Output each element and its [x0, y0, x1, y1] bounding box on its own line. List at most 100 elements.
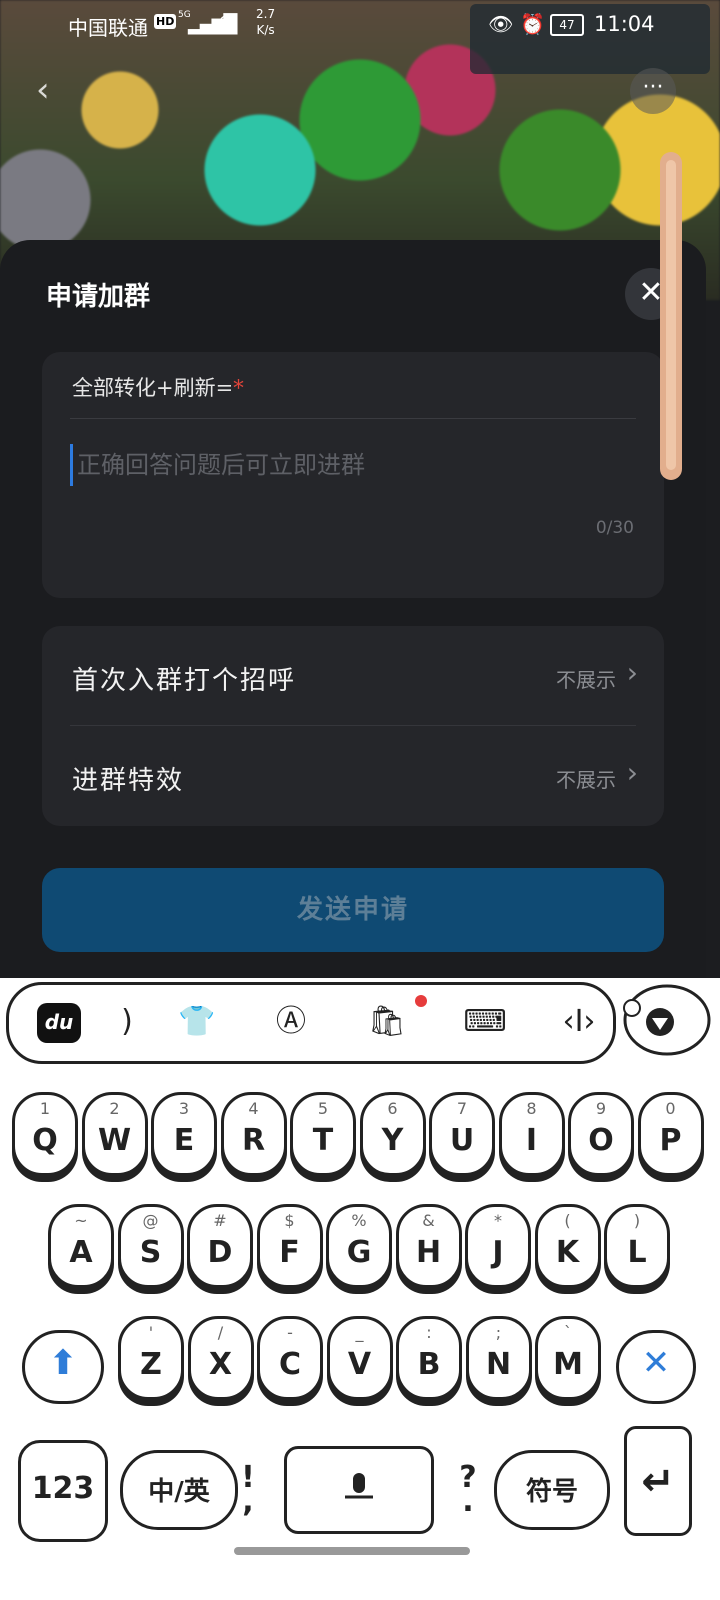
key-hint: 2 [109, 1099, 120, 1118]
space-key[interactable] [284, 1446, 434, 1534]
option-row-greeting[interactable]: 首次入群打个招呼 不展示 › [42, 626, 664, 726]
network-speed: 2.7 K/s [256, 7, 276, 37]
options-card: 首次入群打个招呼 不展示 › 进群特效 不展示 › [42, 626, 664, 826]
key-p[interactable]: 0P [637, 1092, 704, 1176]
bracket-icon[interactable]: ) [103, 999, 151, 1047]
option-label: 进群特效 [72, 766, 185, 796]
key-hint: : [426, 1323, 432, 1342]
question-label: 全部转化+刷新=* [72, 376, 244, 400]
symbols-key-label: 符号 [525, 1477, 578, 1507]
delete-key[interactable]: ✕ [616, 1330, 696, 1404]
key-letter: T [312, 1123, 334, 1158]
back-icon[interactable]: ‹ [36, 70, 76, 110]
key-i[interactable]: 8I [498, 1092, 565, 1176]
key-hint: ~ [74, 1211, 88, 1230]
key-hint: ' [148, 1323, 154, 1342]
key-letter: N [485, 1347, 512, 1382]
tshirt-icon[interactable]: 👕 [173, 999, 221, 1047]
chevron-right-icon: › [626, 756, 638, 789]
sparkle-a-icon[interactable]: Ⓐ [267, 999, 315, 1047]
key-o[interactable]: 9O [568, 1092, 634, 1176]
enter-key[interactable]: ↵ [624, 1426, 692, 1536]
key-letter: H [415, 1235, 442, 1270]
key-hint: 0 [665, 1099, 676, 1118]
keyboard-icon[interactable]: ⌨ [461, 999, 509, 1047]
char-counter: 0/30 [595, 518, 634, 538]
key-hint: ) [633, 1211, 641, 1230]
keyboard-toolbar: du ) 👕 Ⓐ 🛍 ⌨ ‹I› [6, 982, 616, 1064]
key-j[interactable]: * J [465, 1204, 531, 1288]
key-d[interactable]: # D [187, 1204, 253, 1288]
option-row-join-effect[interactable]: 进群特效 不展示 › [42, 726, 664, 826]
key-k[interactable]: (K [534, 1204, 601, 1288]
key-n[interactable]: ; N [465, 1316, 532, 1400]
key-a[interactable]: ~ A [48, 1204, 114, 1288]
home-indicator[interactable] [234, 1547, 470, 1555]
key-b[interactable]: :B [396, 1316, 462, 1400]
symbols-key[interactable]: 符号 [494, 1450, 610, 1530]
du-logo-icon[interactable]: du [37, 1003, 81, 1043]
key-f[interactable]: $ F [256, 1204, 323, 1288]
key-letter: B [417, 1347, 441, 1382]
enter-arrow-icon: ↵ [641, 1459, 675, 1505]
key-z[interactable]: ' Z [118, 1316, 184, 1400]
key-letter: O [588, 1123, 614, 1158]
key-y[interactable]: 6Y [359, 1092, 426, 1176]
key-letter: G [346, 1235, 372, 1270]
hd-badge: HD [154, 14, 177, 29]
key-letter: F [279, 1235, 300, 1270]
key-c[interactable]: -C [257, 1316, 323, 1400]
key-r[interactable]: 4R [220, 1092, 287, 1176]
key-hint: ( [564, 1211, 571, 1230]
required-mark: * [233, 376, 244, 400]
key-m[interactable]: ` M [535, 1316, 601, 1400]
scrollbar-thumb[interactable] [666, 160, 676, 470]
key-u[interactable]: 7U [429, 1092, 495, 1176]
lang-switch-key[interactable]: 中/英 [120, 1450, 238, 1530]
key-hint: 7 [456, 1099, 468, 1118]
key-letter: K [555, 1235, 580, 1270]
delete-x-icon: ✕ [641, 1343, 671, 1383]
key-letter: Z [140, 1347, 162, 1382]
answer-input[interactable] [70, 444, 639, 486]
numbers-key-label: 123 [31, 1471, 95, 1506]
key-letter: J [492, 1235, 504, 1270]
key-hint: 6 [387, 1099, 398, 1118]
key-q[interactable]: 1Q [12, 1092, 78, 1176]
period-key[interactable]: . [456, 1484, 480, 1519]
mascot-collapse-icon[interactable] [612, 978, 712, 1058]
key-e[interactable]: 3E [151, 1092, 217, 1176]
cursor-move-icon[interactable]: ‹I› [555, 999, 603, 1047]
shift-key[interactable]: ⬆ [22, 1330, 104, 1404]
key-hint: _ [355, 1323, 364, 1342]
option-value: 不展示 [556, 668, 616, 692]
key-hint: 9 [595, 1099, 607, 1118]
shopping-bag-icon[interactable]: 🛍 [363, 999, 411, 1047]
key-letter: W [97, 1123, 132, 1158]
key-letter: I [525, 1123, 538, 1158]
key-hint: $ [284, 1211, 295, 1230]
chevron-right-icon: › [626, 656, 638, 689]
key-l[interactable]: ) L [604, 1204, 670, 1288]
key-h[interactable]: & H [395, 1204, 462, 1288]
numbers-key[interactable]: 123 [18, 1440, 108, 1542]
key-letter: A [69, 1235, 93, 1270]
key-hint: 8 [526, 1099, 537, 1118]
key-w[interactable]: 2W [81, 1092, 148, 1176]
more-options-icon[interactable]: ··· [630, 68, 676, 114]
lang-switch-label: 中/英 [148, 1477, 210, 1507]
key-s[interactable]: @ S [117, 1204, 184, 1288]
key-g[interactable]: % G [326, 1204, 392, 1288]
key-letter: Q [32, 1123, 58, 1158]
key-hint: - [287, 1323, 293, 1342]
key-hint: ; [495, 1323, 502, 1342]
key-t[interactable]: 5T [290, 1092, 356, 1176]
key-hint: 3 [178, 1099, 190, 1118]
key-letter: Y [381, 1123, 404, 1158]
send-request-button[interactable]: 发送申请 [42, 868, 664, 952]
comma-key[interactable]: , [236, 1484, 260, 1519]
key-x[interactable]: / X [187, 1316, 254, 1400]
key-hint: 5 [317, 1099, 329, 1118]
key-v[interactable]: _ V [326, 1316, 393, 1400]
status-bar: 中国联通 HD 5G ▂▄▆█ ◠ 2.7 K/s 👁 ⏰ 47 11:04 [0, 0, 720, 52]
